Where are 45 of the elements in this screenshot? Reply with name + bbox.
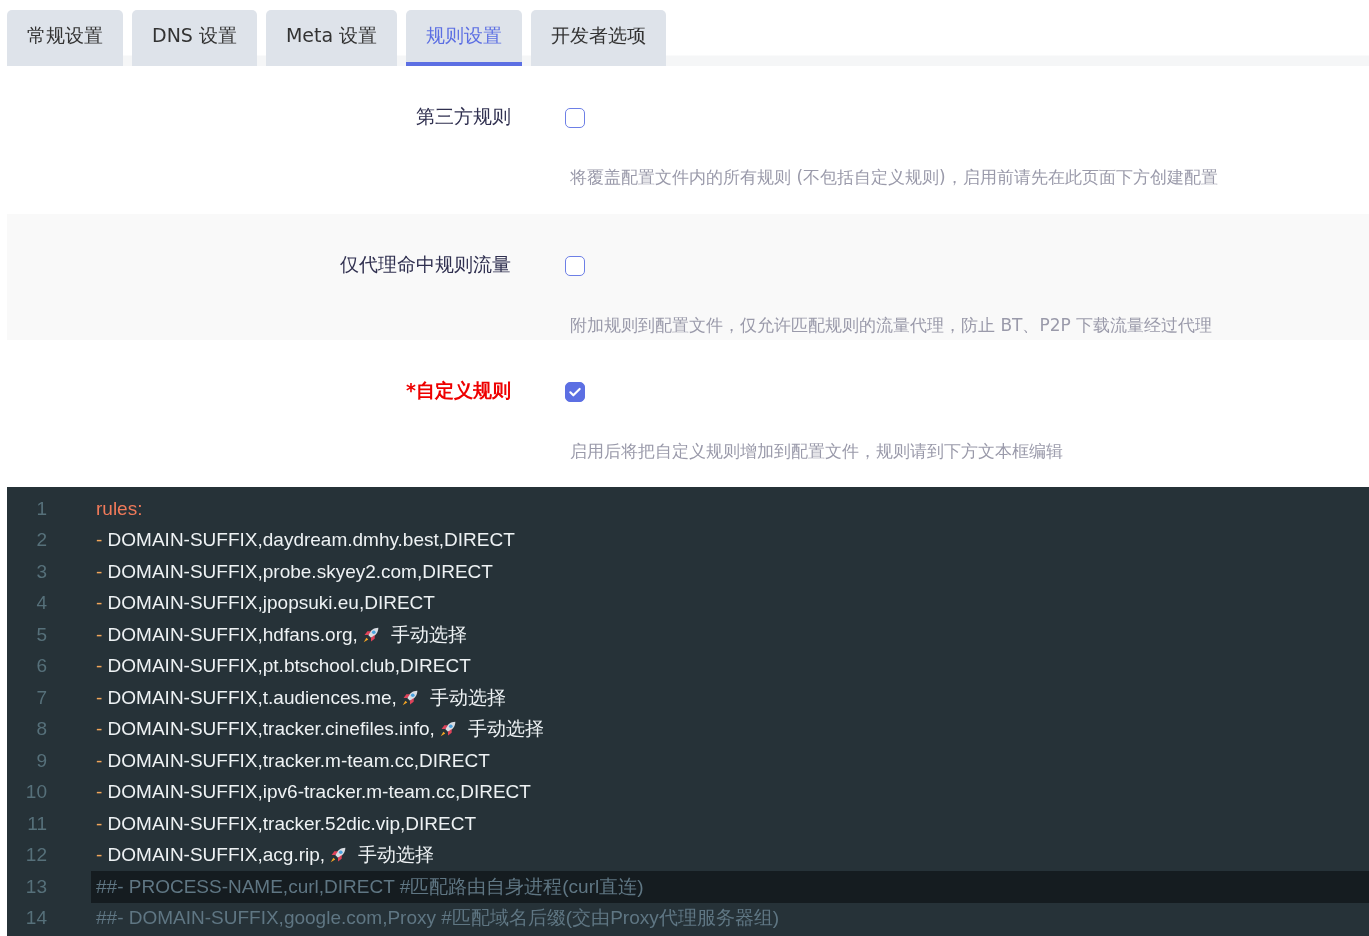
checkbox[interactable] [565, 382, 585, 402]
code-text: 手动选择 [466, 717, 544, 742]
line-number: 12 [24, 844, 47, 867]
code-line: rules: [95, 497, 143, 520]
line-number: 13 [24, 875, 47, 898]
code-line: - DOMAIN-SUFFIX,tracker.m-team.cc,DIRECT [95, 749, 490, 772]
setting-description: 将覆盖配置文件内的所有规则 (不包括自定义规则)，启用前请先在此页面下方创建配置 [570, 166, 1218, 189]
line-number: 9 [35, 749, 47, 772]
code-editor[interactable] [7, 487, 1369, 936]
code-line: - DOMAIN-SUFFIX,pt.btschool.club,DIRECT [95, 655, 471, 678]
tab[interactable]: 开发者选项 [531, 10, 667, 66]
line-number: 2 [35, 529, 47, 552]
setting-label: *自定义规则 [405, 378, 511, 403]
line-number: 3 [35, 560, 47, 583]
line-number: 5 [35, 623, 47, 646]
line-number: 10 [24, 781, 47, 804]
setting-description: 附加规则到配置文件，仅允许匹配规则的流量代理，防止 BT、P2P 下载流量经过代理 [570, 314, 1213, 337]
code-line: - DOMAIN-SUFFIX,tracker.cinefiles.info, [95, 718, 435, 741]
code-line: - DOMAIN-SUFFIX,tracker.52dic.vip,DIRECT [95, 812, 477, 835]
code-text: 手动选择 [428, 685, 506, 710]
tab[interactable]: DNS 设置 [132, 10, 257, 66]
checkbox[interactable] [565, 108, 585, 128]
code-line: - DOMAIN-SUFFIX,hdfans.org, [95, 623, 358, 646]
code-line: - DOMAIN-SUFFIX,jpopsuki.eu,DIRECT [95, 592, 435, 615]
code-line: - DOMAIN-SUFFIX,t.audiences.me, [95, 686, 397, 709]
setting-description: 启用后将把自定义规则增加到配置文件，规则请到下方文本框编辑 [570, 440, 1063, 463]
code-line: - DOMAIN-SUFFIX,daydream.dmhy.best,DIRECT [95, 529, 515, 552]
checkbox[interactable] [565, 256, 585, 276]
code-line: ##- DOMAIN-SUFFIX,google.com,Proxy #匹配域名后缀(交由Proxy代理服务器组) [95, 906, 780, 931]
tab[interactable]: Meta 设置 [265, 10, 398, 66]
setting-label: 仅代理命中规则流量 [339, 252, 511, 277]
line-number: 8 [35, 718, 47, 741]
setting-label: 第三方规则 [415, 104, 511, 129]
tab[interactable]: 常规设置 [7, 10, 123, 66]
line-number: 7 [35, 686, 47, 709]
code-line: - DOMAIN-SUFFIX,acg.rip, [95, 844, 326, 867]
line-number: 6 [35, 655, 47, 678]
code-text: 手动选择 [357, 843, 435, 868]
line-number: 1 [35, 497, 47, 520]
code-line: - DOMAIN-SUFFIX,ipv6-tracker.m-team.cc,DIRECT [95, 781, 531, 804]
line-number: 4 [35, 592, 47, 615]
code-line: - DOMAIN-SUFFIX,probe.skyey2.com,DIRECT [95, 560, 493, 583]
code-text: 手动选择 [389, 622, 467, 647]
line-number: 11 [26, 812, 47, 835]
line-number: 14 [24, 907, 47, 930]
